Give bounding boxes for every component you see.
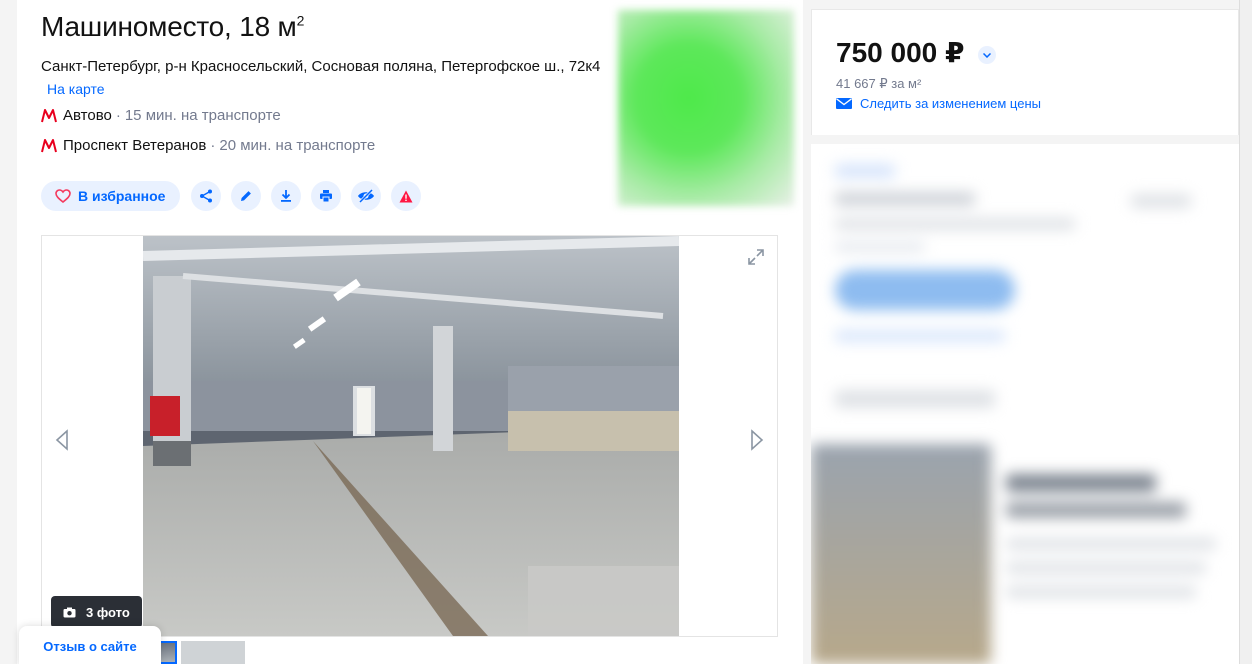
action-bar: В избранное [41,181,431,211]
watch-price-label: Следить за изменением цены [860,96,1041,111]
metro-station: Автово [63,107,112,124]
metro-separator: · [210,137,216,154]
title-superscript: 2 [296,12,305,29]
price-per-sqm: 41 667 ₽ за м² [836,76,922,91]
metro-item: Проспект Ветеранов · 20 мин. на транспор… [41,137,375,154]
price-card: 750 000 ₽ 41 667 ₽ за м² Следить за изме… [811,9,1239,135]
chevron-down-icon [983,52,991,58]
hide-button[interactable] [351,181,382,211]
prev-photo-arrow-icon[interactable] [54,429,70,451]
edit-button[interactable] [231,181,262,211]
next-photo-arrow-icon[interactable] [749,429,765,451]
main-photo[interactable] [143,236,679,636]
price: 750 000 ₽ [836,37,965,68]
heart-icon [55,189,71,203]
page-title: Машиноместо, 18 м2 [41,11,305,42]
print-button[interactable] [311,181,342,211]
map-link[interactable]: На карте [47,81,105,97]
camera-icon [63,607,76,617]
download-button[interactable] [271,181,302,211]
site-feedback-button[interactable]: Отзыв о сайте [19,626,161,664]
address-text: Санкт-Петербург, р-н Красносельский, Сос… [41,58,601,75]
window-scrollbar[interactable] [1239,0,1252,664]
blurred-thumbnail [618,10,794,206]
metro-item: Автово · 15 мин. на транспорте [41,107,281,124]
report-button[interactable] [391,181,422,211]
metro-icon [41,108,57,122]
fullscreen-icon[interactable] [747,248,765,266]
photo-count-badge[interactable]: 3 фото [51,596,142,628]
thumbnail[interactable] [181,641,245,664]
metro-station: Проспект Ветеранов [63,137,207,154]
envelope-icon [836,98,852,109]
metro-time: 15 мин. на транспорте [124,107,281,124]
watch-price-link[interactable]: Следить за изменением цены [836,96,1041,111]
photo-gallery: 3 фото [41,235,778,637]
address: Санкт-Петербург, р-н Красносельский, Сос… [41,56,601,101]
hide-icon [358,189,375,203]
share-button[interactable] [191,181,222,211]
favorite-button[interactable]: В избранное [41,181,181,211]
blurred-sidebar-content [811,144,1239,664]
favorite-label: В избранное [78,188,166,204]
print-icon [320,190,333,203]
parking-garage-image [143,236,679,636]
price-history-toggle[interactable] [978,46,996,64]
photo-count-label: 3 фото [86,604,130,620]
share-icon [200,189,213,203]
metro-time: 20 мин. на транспорте [219,137,376,154]
listing-panel: Машиноместо, 18 м2 Санкт-Петербург, р-н … [17,0,803,664]
metro-icon [41,138,57,152]
edit-icon [241,191,252,201]
download-icon [281,190,292,202]
metro-separator: · [115,107,121,124]
report-icon [399,190,413,202]
